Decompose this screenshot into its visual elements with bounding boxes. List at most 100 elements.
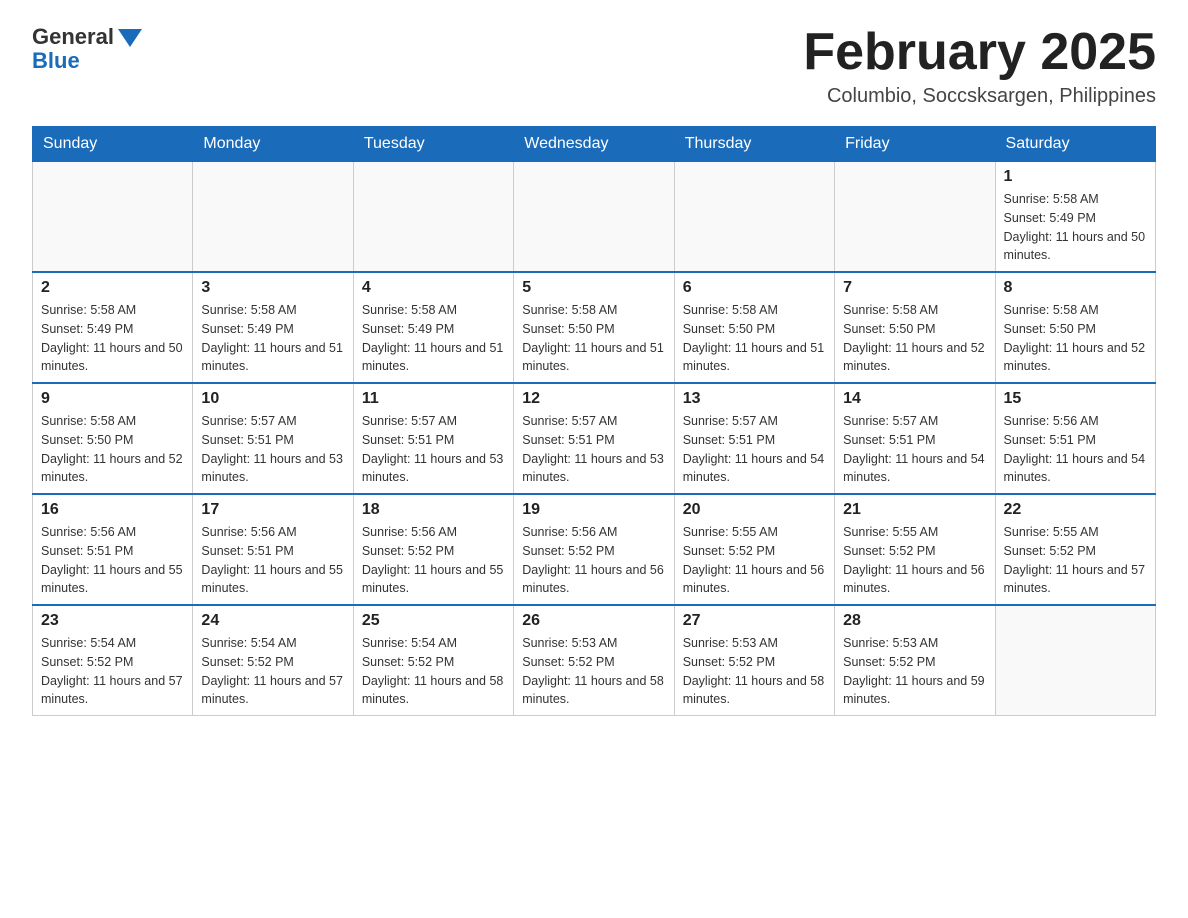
day-number: 25 <box>362 612 505 630</box>
weekday-header-sunday: Sunday <box>33 127 193 162</box>
day-number: 10 <box>201 390 344 408</box>
calendar-cell: 15 Sunrise: 5:56 AMSunset: 5:51 PMDayligh… <box>995 383 1155 494</box>
calendar-header: SundayMondayTuesdayWednesdayThursdayFrid… <box>33 127 1156 162</box>
calendar-week-row: 2 Sunrise: 5:58 AMSunset: 5:49 PMDaylight… <box>33 272 1156 383</box>
location-subtitle: Columbio, Soccsksargen, Philippines <box>803 85 1156 108</box>
day-number: 21 <box>843 501 986 519</box>
day-info: Sunrise: 5:56 AMSunset: 5:51 PMDaylight:… <box>1004 412 1147 487</box>
calendar-cell: 10Sunrise: 5:57 AMSunset: 5:51 PMDayligh… <box>193 383 353 494</box>
calendar-cell: 3Sunrise: 5:58 AMSunset: 5:49 PMDaylight… <box>193 272 353 383</box>
calendar-cell: 17 Sunrise: 5:56 AMSunset: 5:51 PMDayligh… <box>193 494 353 605</box>
day-info: Sunrise: 5:58 AMSunset: 5:49 PMDaylight:… <box>362 301 505 376</box>
day-info: Sunrise: 5:56 AMSunset: 5:51 PMDaylight:… <box>41 523 184 598</box>
day-info: Sunrise: 5:54 AMSunset: 5:52 PMDaylight:… <box>362 634 505 709</box>
day-info: Sunrise: 5:57 AMSunset: 5:51 PMDaylight:… <box>362 412 505 487</box>
calendar-cell <box>514 162 674 273</box>
day-number: 8 <box>1004 279 1147 297</box>
calendar-cell: 12Sunrise: 5:57 AMSunset: 5:51 PMDayligh… <box>514 383 674 494</box>
logo-blue-text: Blue <box>32 48 80 74</box>
calendar-cell: 5 Sunrise: 5:58 AMSunset: 5:50 PMDaylight… <box>514 272 674 383</box>
day-info: Sunrise: 5:58 AMSunset: 5:50 PMDaylight:… <box>843 301 986 376</box>
day-info: Sunrise: 5:56 AMSunset: 5:51 PMDaylight:… <box>201 523 344 598</box>
day-info: Sunrise: 5:57 AMSunset: 5:51 PMDaylight:… <box>522 412 665 487</box>
day-info: Sunrise: 5:58 AMSunset: 5:50 PMDaylight:… <box>683 301 826 376</box>
day-number: 24 <box>201 612 344 630</box>
day-info: Sunrise: 5:55 AMSunset: 5:52 PMDaylight:… <box>683 523 826 598</box>
calendar-cell: 2 Sunrise: 5:58 AMSunset: 5:49 PMDaylight… <box>33 272 193 383</box>
calendar-cell <box>835 162 995 273</box>
month-title: February 2025 <box>803 24 1156 81</box>
calendar-cell: 20 Sunrise: 5:55 AMSunset: 5:52 PMDayligh… <box>674 494 834 605</box>
logo-arrow-icon <box>118 29 142 47</box>
day-info: Sunrise: 5:55 AMSunset: 5:52 PMDaylight:… <box>1004 523 1147 598</box>
day-number: 15 <box>1004 390 1147 408</box>
day-number: 22 <box>1004 501 1147 519</box>
weekday-header-row: SundayMondayTuesdayWednesdayThursdayFrid… <box>33 127 1156 162</box>
day-number: 17 <box>201 501 344 519</box>
day-number: 6 <box>683 279 826 297</box>
calendar-cell: 9 Sunrise: 5:58 AMSunset: 5:50 PMDaylight… <box>33 383 193 494</box>
day-number: 14 <box>843 390 986 408</box>
calendar-cell: 14 Sunrise: 5:57 AMSunset: 5:51 PMDayligh… <box>835 383 995 494</box>
calendar-cell: 24Sunrise: 5:54 AMSunset: 5:52 PMDayligh… <box>193 605 353 716</box>
calendar-cell: 26 Sunrise: 5:53 AMSunset: 5:52 PMDayligh… <box>514 605 674 716</box>
calendar-cell <box>674 162 834 273</box>
day-number: 27 <box>683 612 826 630</box>
page-header: General Blue February 2025 Columbio, Soc… <box>32 24 1156 108</box>
day-info: Sunrise: 5:58 AMSunset: 5:49 PMDaylight:… <box>201 301 344 376</box>
day-number: 1 <box>1004 168 1147 186</box>
day-info: Sunrise: 5:56 AMSunset: 5:52 PMDaylight:… <box>362 523 505 598</box>
weekday-header-wednesday: Wednesday <box>514 127 674 162</box>
weekday-header-tuesday: Tuesday <box>353 127 513 162</box>
calendar-cell: 13 Sunrise: 5:57 AMSunset: 5:51 PMDayligh… <box>674 383 834 494</box>
logo-general-text: General <box>32 24 114 50</box>
calendar-week-row: 9 Sunrise: 5:58 AMSunset: 5:50 PMDaylight… <box>33 383 1156 494</box>
calendar-cell: 22 Sunrise: 5:55 AMSunset: 5:52 PMDayligh… <box>995 494 1155 605</box>
title-block: February 2025 Columbio, Soccsksargen, Ph… <box>803 24 1156 108</box>
day-info: Sunrise: 5:57 AMSunset: 5:51 PMDaylight:… <box>683 412 826 487</box>
day-info: Sunrise: 5:53 AMSunset: 5:52 PMDaylight:… <box>683 634 826 709</box>
calendar-cell: 21 Sunrise: 5:55 AMSunset: 5:52 PMDayligh… <box>835 494 995 605</box>
calendar-cell: 6 Sunrise: 5:58 AMSunset: 5:50 PMDaylight… <box>674 272 834 383</box>
logo: General Blue <box>32 24 142 74</box>
day-number: 20 <box>683 501 826 519</box>
day-number: 19 <box>522 501 665 519</box>
day-info: Sunrise: 5:58 AMSunset: 5:49 PMDaylight:… <box>41 301 184 376</box>
day-number: 7 <box>843 279 986 297</box>
day-info: Sunrise: 5:56 AMSunset: 5:52 PMDaylight:… <box>522 523 665 598</box>
day-number: 5 <box>522 279 665 297</box>
day-number: 9 <box>41 390 184 408</box>
calendar-cell <box>33 162 193 273</box>
calendar-cell: 4 Sunrise: 5:58 AMSunset: 5:49 PMDaylight… <box>353 272 513 383</box>
calendar-cell <box>995 605 1155 716</box>
weekday-header-thursday: Thursday <box>674 127 834 162</box>
calendar-cell: 8 Sunrise: 5:58 AMSunset: 5:50 PMDaylight… <box>995 272 1155 383</box>
day-info: Sunrise: 5:58 AMSunset: 5:50 PMDaylight:… <box>522 301 665 376</box>
calendar-cell: 27 Sunrise: 5:53 AMSunset: 5:52 PMDayligh… <box>674 605 834 716</box>
day-info: Sunrise: 5:54 AMSunset: 5:52 PMDaylight:… <box>41 634 184 709</box>
day-info: Sunrise: 5:58 AMSunset: 5:50 PMDaylight:… <box>41 412 184 487</box>
calendar-cell <box>353 162 513 273</box>
day-number: 18 <box>362 501 505 519</box>
day-info: Sunrise: 5:57 AMSunset: 5:51 PMDaylight:… <box>843 412 986 487</box>
calendar-cell: 19 Sunrise: 5:56 AMSunset: 5:52 PMDayligh… <box>514 494 674 605</box>
day-number: 2 <box>41 279 184 297</box>
day-info: Sunrise: 5:58 AMSunset: 5:50 PMDaylight:… <box>1004 301 1147 376</box>
day-number: 4 <box>362 279 505 297</box>
calendar-cell: 18 Sunrise: 5:56 AMSunset: 5:52 PMDayligh… <box>353 494 513 605</box>
calendar-cell: 1Sunrise: 5:58 AMSunset: 5:49 PMDaylight… <box>995 162 1155 273</box>
calendar-cell: 7 Sunrise: 5:58 AMSunset: 5:50 PMDaylight… <box>835 272 995 383</box>
day-number: 16 <box>41 501 184 519</box>
day-number: 26 <box>522 612 665 630</box>
day-number: 13 <box>683 390 826 408</box>
calendar-cell <box>193 162 353 273</box>
logo-top: General <box>32 24 142 50</box>
day-info: Sunrise: 5:53 AMSunset: 5:52 PMDaylight:… <box>843 634 986 709</box>
weekday-header-friday: Friday <box>835 127 995 162</box>
day-info: Sunrise: 5:55 AMSunset: 5:52 PMDaylight:… <box>843 523 986 598</box>
weekday-header-monday: Monday <box>193 127 353 162</box>
day-number: 11 <box>362 390 505 408</box>
day-info: Sunrise: 5:53 AMSunset: 5:52 PMDaylight:… <box>522 634 665 709</box>
calendar-week-row: 16 Sunrise: 5:56 AMSunset: 5:51 PMDayligh… <box>33 494 1156 605</box>
calendar-week-row: 1Sunrise: 5:58 AMSunset: 5:49 PMDaylight… <box>33 162 1156 273</box>
